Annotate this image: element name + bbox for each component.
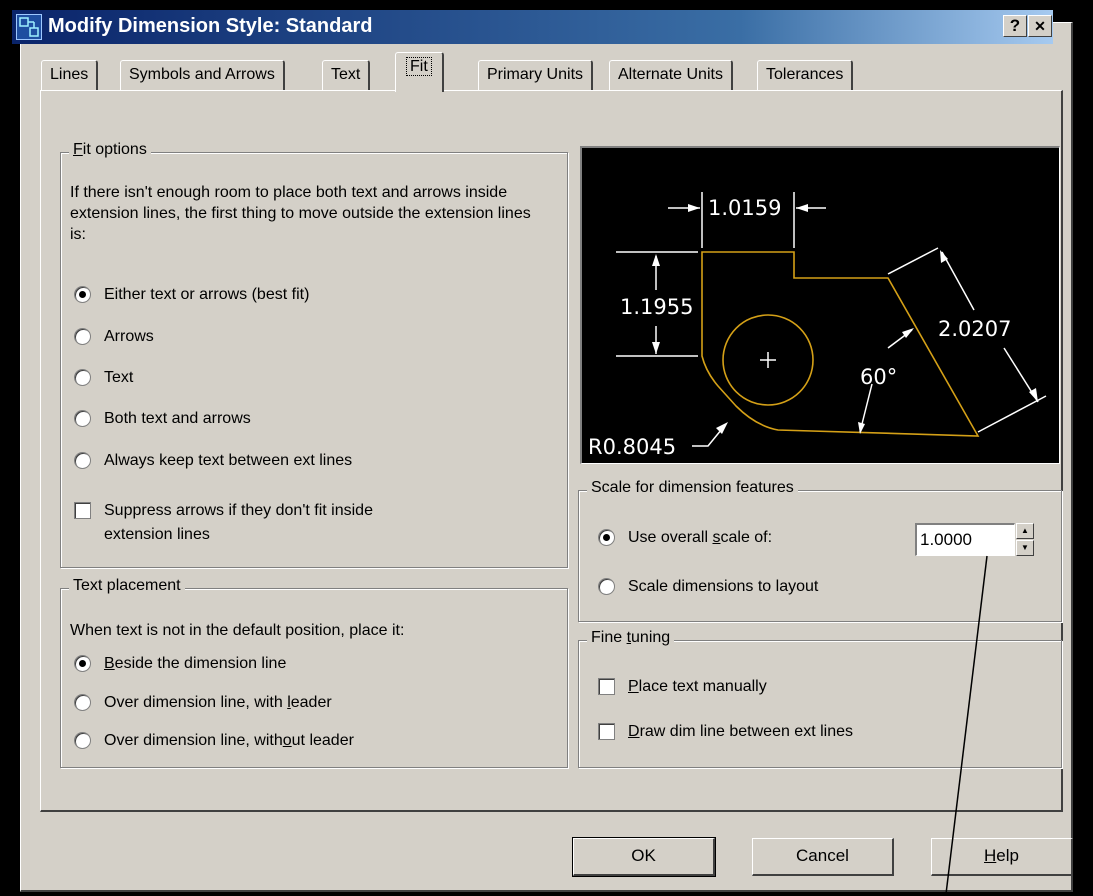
text-placement-legend: Text placement — [69, 577, 185, 595]
tab-text[interactable]: Text — [322, 60, 371, 90]
scale-legend: Scale for dimension features — [587, 479, 798, 497]
tab-primary-units[interactable]: Primary Units — [478, 60, 594, 90]
overall-scale-input[interactable]: 1.0000 — [915, 523, 1015, 556]
scale-group: Scale for dimension features — [578, 479, 1062, 622]
help-title-button[interactable]: ? — [1003, 15, 1027, 37]
cancel-button[interactable]: Cancel — [752, 838, 894, 876]
checkbox-indicator — [598, 678, 615, 695]
spin-up-button[interactable]: ▲ — [1016, 523, 1034, 539]
fine-tuning-group: Fine tuning — [578, 629, 1062, 768]
fit-options-legend: Fit options — [69, 141, 151, 159]
radio-indicator — [74, 732, 91, 749]
radio-indicator — [74, 286, 91, 303]
window-title: Modify Dimension Style: Standard — [48, 15, 373, 37]
fit-options-description: If there isn't enough room to place both… — [70, 184, 531, 243]
tab-alternate-units[interactable]: Alternate Units — [609, 60, 733, 90]
dim-radius-text: R0.8045 — [588, 435, 676, 459]
help-button[interactable]: Help — [931, 838, 1073, 876]
radio-indicator — [74, 410, 91, 427]
tab-lines[interactable]: Lines — [41, 60, 99, 90]
preview-geometry — [701, 251, 980, 437]
dim-angle-text: 60° — [860, 365, 897, 389]
dim-aligned-text: 2.0207 — [938, 317, 1011, 341]
tab-tolerances[interactable]: Tolerances — [757, 60, 854, 90]
radio-indicator — [598, 529, 615, 546]
ok-button[interactable]: OK — [572, 837, 716, 877]
close-button[interactable]: ✕ — [1028, 15, 1052, 37]
radio-indicator — [74, 328, 91, 345]
app-icon — [16, 14, 42, 40]
title-bar: Modify Dimension Style: Standard ? ✕ — [12, 10, 1053, 44]
tab-symbols-and-arrows[interactable]: Symbols and Arrows — [120, 60, 285, 90]
tab-fit[interactable]: Fit — [395, 52, 444, 92]
dim-horizontal-text: 1.0159 — [708, 196, 781, 220]
radio-indicator — [74, 452, 91, 469]
radio-indicator — [74, 694, 91, 711]
fine-tuning-legend: Fine tuning — [587, 629, 675, 647]
radio-indicator — [598, 578, 615, 595]
radio-indicator — [74, 655, 91, 672]
spin-down-button[interactable]: ▼ — [1016, 540, 1034, 556]
text-placement-description: When text is not in the default position… — [70, 622, 405, 639]
checkbox-indicator — [598, 723, 615, 740]
checkbox-indicator — [74, 502, 91, 519]
tab-fit-label: Fit — [406, 57, 432, 76]
dimension-preview: 1.0159 1.1955 2.0207 60° R0.8045 — [580, 146, 1060, 464]
radio-indicator — [74, 369, 91, 386]
dim-vertical-text: 1.1955 — [620, 295, 693, 319]
